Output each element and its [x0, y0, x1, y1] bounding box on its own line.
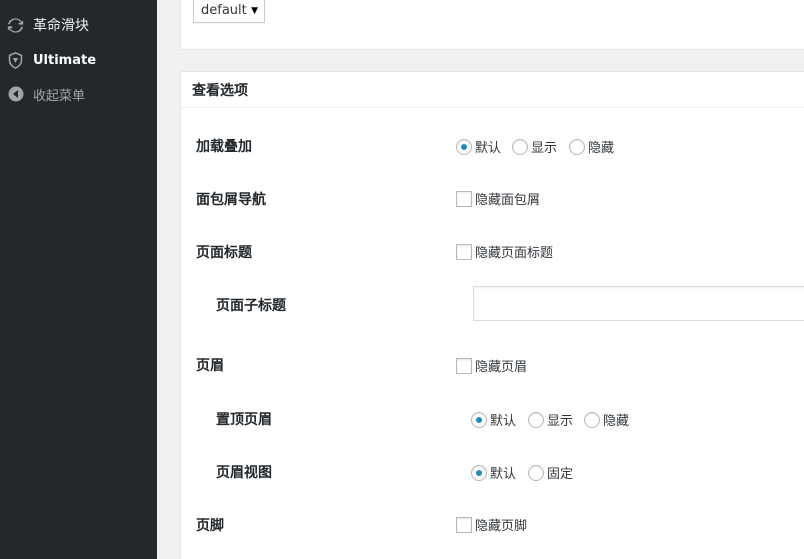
radio-button[interactable] — [528, 411, 544, 428]
checkbox[interactable] — [456, 243, 472, 260]
template-select[interactable]: default ▼ — [193, 0, 265, 23]
checkbox[interactable] — [456, 516, 472, 533]
sticky-header-radio-hide[interactable]: 隐藏 — [584, 410, 629, 429]
hide-footer-checkbox[interactable]: 隐藏页脚 — [456, 515, 527, 534]
row-label-sticky-header: 置顶页眉 — [216, 412, 272, 428]
row-label-loading-overlay: 加载叠加 — [196, 139, 252, 155]
collapse-arrow-icon — [7, 86, 24, 103]
sidebar-item-label: 革命滑块 — [33, 18, 89, 34]
radio-label: 默认 — [490, 467, 517, 482]
overlay-radio-hide[interactable]: 隐藏 — [569, 137, 614, 156]
sidebar-item-revolution-slider[interactable]: 革命滑块 — [0, 13, 157, 37]
radio-label: 默认 — [490, 414, 517, 429]
checkbox-label: 隐藏页面标题 — [475, 246, 554, 261]
admin-sidebar: 革命滑块 Ultimate 收起菜单 — [0, 0, 157, 559]
sidebar-item-label: 收起菜单 — [33, 88, 86, 104]
overlay-radio-default[interactable]: 默认 — [456, 137, 501, 156]
radio-label: 固定 — [547, 467, 574, 482]
hide-page-title-checkbox[interactable]: 隐藏页面标题 — [456, 242, 553, 261]
page-subtitle-input[interactable] — [473, 286, 804, 321]
settings-panel-top — [180, 0, 804, 50]
checkbox-label: 隐藏面包屑 — [475, 193, 541, 208]
row-label-footer: 页脚 — [196, 518, 224, 534]
sticky-header-radio-show[interactable]: 显示 — [528, 410, 573, 429]
radio-button[interactable] — [569, 138, 585, 155]
hide-header-checkbox[interactable]: 隐藏页眉 — [456, 356, 527, 375]
divider — [181, 107, 804, 108]
checkbox-label: 隐藏页脚 — [475, 519, 528, 534]
sticky-header-radio-default[interactable]: 默认 — [471, 410, 516, 429]
shield-icon — [7, 51, 24, 69]
radio-button[interactable] — [471, 411, 487, 428]
header-view-radio-fixed[interactable]: 固定 — [528, 463, 573, 482]
row-label-header-view: 页眉视图 — [216, 465, 272, 481]
sidebar-item-ultimate[interactable]: Ultimate — [0, 48, 157, 72]
header-view-radio-default[interactable]: 默认 — [471, 463, 516, 482]
radio-label: 显示 — [531, 141, 558, 156]
caret-down-icon: ▼ — [251, 6, 258, 16]
hide-breadcrumb-checkbox[interactable]: 隐藏面包屑 — [456, 189, 540, 208]
radio-button[interactable] — [584, 411, 600, 428]
radio-label: 隐藏 — [603, 414, 630, 429]
row-label-header: 页眉 — [196, 358, 224, 374]
row-label-page-title: 页面标题 — [196, 245, 252, 261]
refresh-icon — [7, 17, 24, 34]
radio-button[interactable] — [528, 464, 544, 481]
row-label-page-subtitle: 页面子标题 — [216, 298, 286, 314]
checkbox[interactable] — [456, 190, 472, 207]
checkbox-label: 隐藏页眉 — [475, 360, 528, 375]
sidebar-item-label: Ultimate — [33, 52, 97, 68]
collapse-menu-button[interactable]: 收起菜单 — [0, 82, 157, 106]
radio-button[interactable] — [456, 138, 472, 155]
radio-label: 隐藏 — [588, 141, 615, 156]
overlay-radio-show[interactable]: 显示 — [512, 137, 557, 156]
select-value: default — [201, 3, 247, 18]
row-label-breadcrumb: 面包屑导航 — [196, 192, 266, 208]
checkbox[interactable] — [456, 357, 472, 374]
radio-button[interactable] — [471, 464, 487, 481]
panel-title: 查看选项 — [192, 83, 248, 99]
radio-button[interactable] — [512, 138, 528, 155]
radio-label: 显示 — [547, 414, 574, 429]
radio-label: 默认 — [475, 141, 502, 156]
